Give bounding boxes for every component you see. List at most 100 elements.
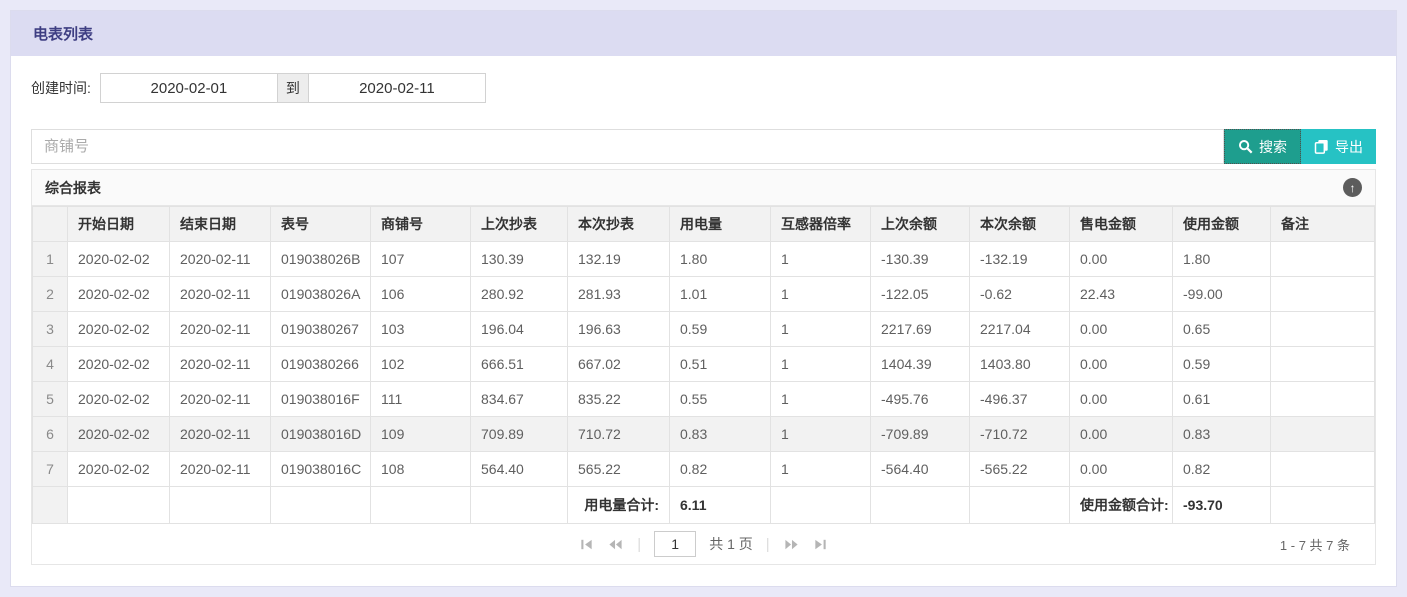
table-cell: 1	[771, 347, 871, 382]
table-cell: 1	[771, 382, 871, 417]
table-cell: -496.37	[970, 382, 1070, 417]
column-header: 上次余额	[871, 207, 970, 242]
table-cell: 2217.04	[970, 312, 1070, 347]
next-page-icon[interactable]	[783, 537, 800, 552]
summary-row: 用电量合计: 6.11 使用金额合计: -93.70	[33, 487, 1375, 524]
meter-report-table: 开始日期结束日期表号商铺号上次抄表本次抄表用电量互感器倍率上次余额本次余额售电金…	[32, 206, 1375, 524]
date-filter-row: 创建时间: 到	[31, 73, 1376, 103]
table-cell: 0.82	[670, 452, 771, 487]
table-header: 开始日期结束日期表号商铺号上次抄表本次抄表用电量互感器倍率上次余额本次余额售电金…	[33, 207, 1375, 242]
table-row[interactable]: 12020-02-022020-02-11019038026B107130.39…	[33, 242, 1375, 277]
table-row[interactable]: 62020-02-022020-02-11019038016D109709.89…	[33, 417, 1375, 452]
column-header: 使用金额	[1173, 207, 1271, 242]
row-number-cell: 7	[33, 452, 68, 487]
table-cell: 109	[371, 417, 471, 452]
date-range-group: 到	[100, 73, 486, 103]
table-cell	[871, 487, 970, 524]
first-page-icon[interactable]	[579, 537, 594, 552]
created-time-label: 创建时间:	[31, 78, 91, 98]
table-row[interactable]: 32020-02-022020-02-110190380267103196.04…	[33, 312, 1375, 347]
pager-divider: |	[637, 536, 641, 553]
table-cell: 565.22	[568, 452, 670, 487]
table-cell: 019038026B	[271, 242, 371, 277]
table-cell: 196.04	[471, 312, 568, 347]
table-cell: 0190380266	[271, 347, 371, 382]
table-cell: 132.19	[568, 242, 670, 277]
row-number-header	[33, 207, 68, 242]
table-cell: 0.00	[1070, 417, 1173, 452]
table-cell	[271, 487, 371, 524]
table-cell: 2217.69	[871, 312, 970, 347]
table-cell: 835.22	[568, 382, 670, 417]
table-cell: 2020-02-02	[68, 312, 170, 347]
report-panel-header: 综合报表 ↑	[32, 170, 1375, 206]
table-cell: -132.19	[970, 242, 1070, 277]
table-cell	[68, 487, 170, 524]
table-cell: 2020-02-11	[170, 347, 271, 382]
column-header: 本次余额	[970, 207, 1070, 242]
table-cell: 0.59	[1173, 347, 1271, 382]
table-cell: 1	[771, 277, 871, 312]
table-cell: 130.39	[471, 242, 568, 277]
table-cell: 0.65	[1173, 312, 1271, 347]
search-icon	[1238, 139, 1253, 154]
table-row[interactable]: 72020-02-022020-02-11019038016C108564.40…	[33, 452, 1375, 487]
column-header: 结束日期	[170, 207, 271, 242]
search-button[interactable]: 搜索	[1224, 129, 1301, 164]
table-cell: -130.39	[871, 242, 970, 277]
table-cell: 019038016C	[271, 452, 371, 487]
table-cell	[1271, 277, 1375, 312]
table-cell: 281.93	[568, 277, 670, 312]
table-cell: 2020-02-11	[170, 452, 271, 487]
table-cell: 0.00	[1070, 452, 1173, 487]
table-cell: 0.83	[1173, 417, 1271, 452]
table-cell: 666.51	[471, 347, 568, 382]
table-cell: 2020-02-11	[170, 277, 271, 312]
table-cell	[371, 487, 471, 524]
table-header-row: 开始日期结束日期表号商铺号上次抄表本次抄表用电量互感器倍率上次余额本次余额售电金…	[33, 207, 1375, 242]
table-cell: 2020-02-02	[68, 242, 170, 277]
table-row[interactable]: 52020-02-022020-02-11019038016F111834.67…	[33, 382, 1375, 417]
table-cell	[771, 487, 871, 524]
table-cell: 1.80	[670, 242, 771, 277]
table-cell: 019038016D	[271, 417, 371, 452]
table-cell: -710.72	[970, 417, 1070, 452]
table-cell: 2020-02-02	[68, 382, 170, 417]
prev-page-icon[interactable]	[607, 537, 624, 552]
shop-number-search-input[interactable]	[31, 129, 1224, 164]
date-from-input[interactable]	[100, 73, 278, 103]
column-header: 备注	[1271, 207, 1375, 242]
last-page-icon[interactable]	[813, 537, 828, 552]
table-cell	[970, 487, 1070, 524]
table-cell	[1271, 312, 1375, 347]
table-cell: 1	[771, 242, 871, 277]
table-cell: 1	[771, 312, 871, 347]
column-header: 用电量	[670, 207, 771, 242]
table-cell: 019038016F	[271, 382, 371, 417]
export-copy-icon	[1314, 139, 1329, 154]
search-row: 搜索 导出	[31, 129, 1376, 164]
row-number-cell: 5	[33, 382, 68, 417]
column-header: 上次抄表	[471, 207, 568, 242]
table-cell: 0.00	[1070, 242, 1173, 277]
pager-divider: |	[766, 536, 770, 553]
collapse-up-arrow-icon[interactable]: ↑	[1343, 178, 1362, 197]
table-cell: 2020-02-02	[68, 417, 170, 452]
table-cell: 0.59	[670, 312, 771, 347]
date-to-input[interactable]	[308, 73, 486, 103]
column-header: 互感器倍率	[771, 207, 871, 242]
table-cell: 102	[371, 347, 471, 382]
page-number-input[interactable]	[654, 531, 696, 557]
table-row[interactable]: 22020-02-022020-02-11019038026A106280.92…	[33, 277, 1375, 312]
table-row[interactable]: 42020-02-022020-02-110190380266102666.51…	[33, 347, 1375, 382]
table-summary: 用电量合计: 6.11 使用金额合计: -93.70	[33, 487, 1375, 524]
table-cell: -0.62	[970, 277, 1070, 312]
table-cell: 2020-02-02	[68, 277, 170, 312]
report-panel-title: 综合报表	[45, 178, 101, 198]
page-title: 电表列表	[33, 23, 93, 44]
table-cell: 667.02	[568, 347, 670, 382]
column-header: 商铺号	[371, 207, 471, 242]
row-number-cell: 1	[33, 242, 68, 277]
export-button[interactable]: 导出	[1301, 129, 1376, 164]
table-cell: 0.61	[1173, 382, 1271, 417]
